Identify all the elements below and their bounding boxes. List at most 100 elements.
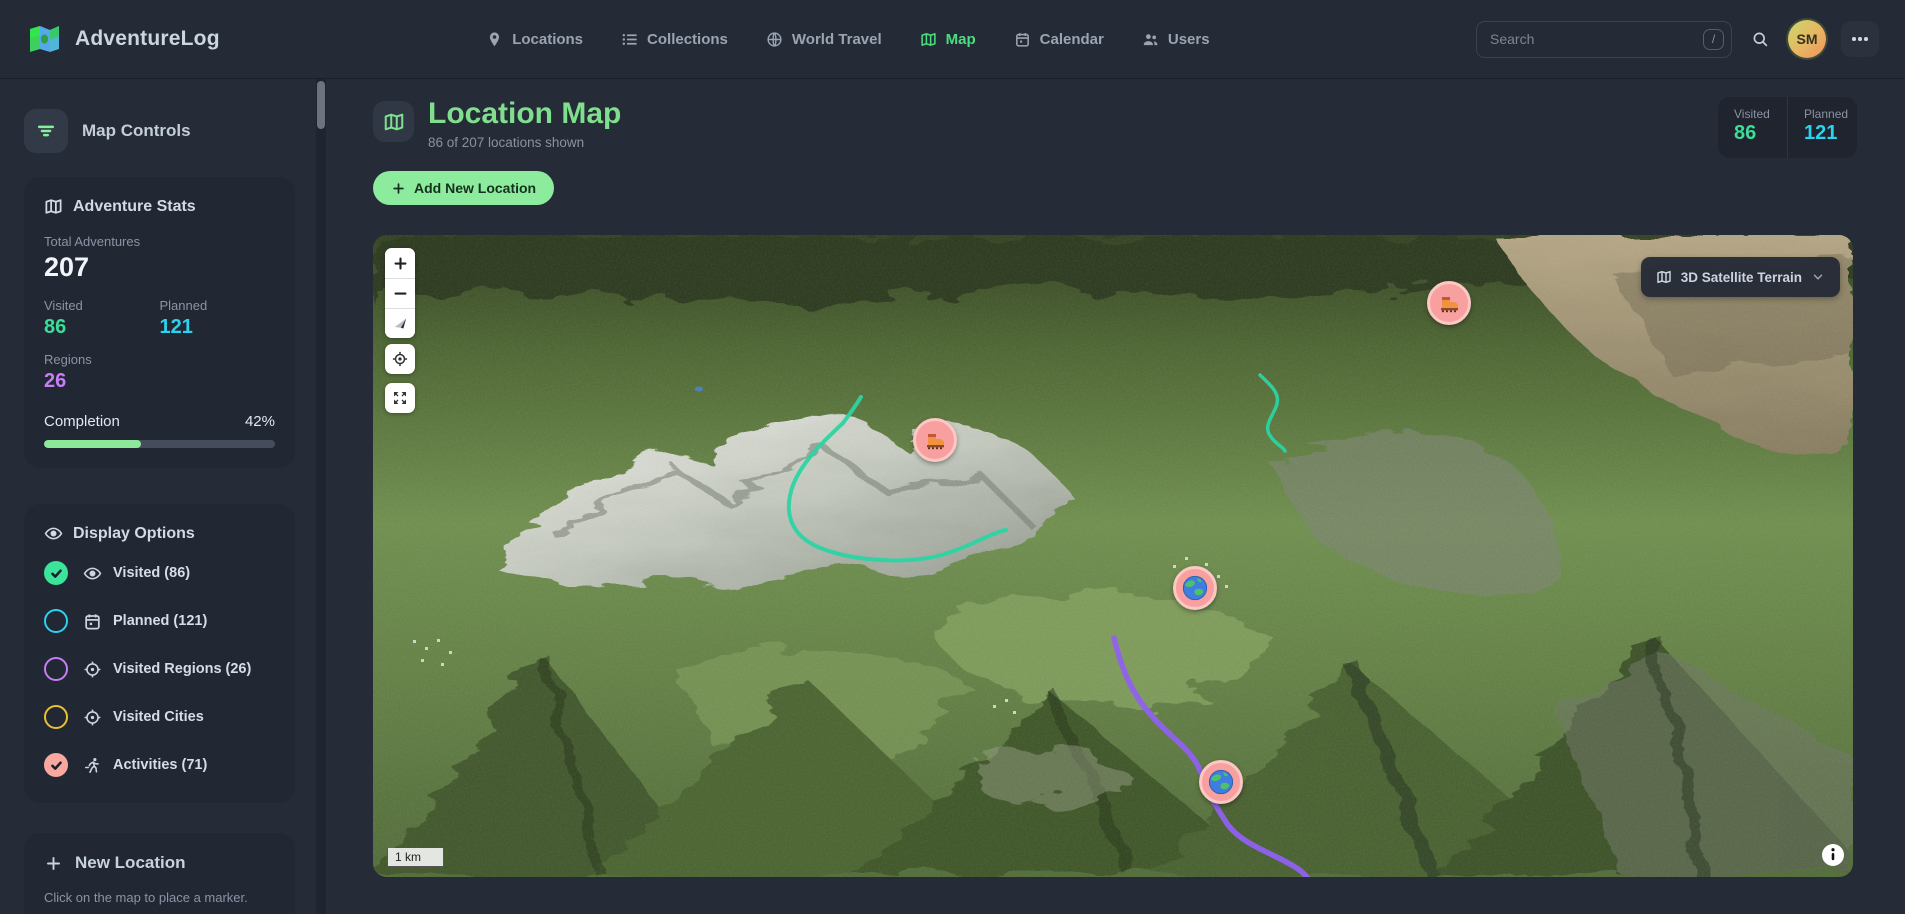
map-icon bbox=[1656, 269, 1672, 285]
search-button[interactable] bbox=[1747, 26, 1773, 52]
regions-value: 26 bbox=[44, 370, 275, 393]
nav-world-travel[interactable]: World Travel bbox=[766, 31, 882, 48]
map-marker-location[interactable] bbox=[1173, 566, 1217, 610]
search-icon bbox=[1751, 30, 1769, 48]
toggle-visited[interactable]: Visited (86) bbox=[44, 561, 275, 585]
total-adventures-value: 207 bbox=[44, 252, 275, 283]
nav-label: Collections bbox=[647, 31, 728, 48]
filter-icon bbox=[35, 120, 57, 142]
new-location-hint: Click on the map to place a marker. bbox=[44, 890, 275, 905]
plus-icon bbox=[44, 854, 63, 873]
visited-value: 86 bbox=[44, 316, 160, 339]
toggle-visited-cities[interactable]: Visited Cities bbox=[44, 705, 275, 729]
page-title-icon-box bbox=[373, 101, 414, 142]
app-title: AdventureLog bbox=[75, 27, 220, 51]
zoom-in-button[interactable] bbox=[385, 248, 415, 278]
app-brand[interactable]: AdventureLog bbox=[26, 21, 220, 57]
summary-visited-value: 86 bbox=[1734, 122, 1787, 145]
sidebar-scrollbar[interactable] bbox=[316, 79, 326, 914]
adventure-stats-header: Adventure Stats bbox=[44, 197, 275, 216]
checkbox-unchecked[interactable] bbox=[44, 705, 68, 729]
toggle-activities[interactable]: Activities (71) bbox=[44, 753, 275, 777]
map-marker-activity[interactable] bbox=[1427, 281, 1471, 325]
globe-icon bbox=[1181, 574, 1209, 602]
eye-icon bbox=[83, 564, 102, 583]
nav-label: Locations bbox=[512, 31, 583, 48]
summary-planned-value: 121 bbox=[1804, 122, 1857, 145]
toggle-visited-regions[interactable]: Visited Regions (26) bbox=[44, 657, 275, 681]
checkbox-unchecked[interactable] bbox=[44, 609, 68, 633]
map-scale: 1 km bbox=[387, 848, 444, 867]
nav-locations[interactable]: Locations bbox=[486, 31, 583, 48]
search-box: / bbox=[1476, 21, 1732, 58]
main-nav: Locations Collections World Travel Map C… bbox=[220, 31, 1476, 48]
new-location-header: New Location bbox=[44, 853, 275, 873]
checkbox-checked[interactable] bbox=[44, 561, 68, 585]
nav-label: Map bbox=[946, 31, 976, 48]
sidebar-title: Map Controls bbox=[82, 121, 191, 141]
dots-icon bbox=[1852, 37, 1856, 41]
hiking-boot-icon bbox=[1437, 291, 1461, 315]
nav-collections[interactable]: Collections bbox=[621, 31, 728, 48]
add-new-location-button[interactable]: Add New Location bbox=[373, 171, 554, 205]
users-icon bbox=[1142, 31, 1159, 48]
nav-calendar[interactable]: Calendar bbox=[1014, 31, 1104, 48]
nav-label: Calendar bbox=[1040, 31, 1104, 48]
map-icon bbox=[44, 197, 63, 216]
nav-map[interactable]: Map bbox=[920, 31, 976, 48]
summary-card: Visited 86 Planned 121 bbox=[1718, 97, 1857, 158]
nav-users[interactable]: Users bbox=[1142, 31, 1210, 48]
completion-label: Completion bbox=[44, 413, 120, 430]
adventure-stats-card: Adventure Stats Total Adventures 207 Vis… bbox=[24, 177, 295, 468]
nav-label: Users bbox=[1168, 31, 1210, 48]
avatar[interactable]: SM bbox=[1788, 20, 1826, 58]
new-location-title: New Location bbox=[75, 853, 186, 873]
completion-percent: 42% bbox=[245, 413, 275, 430]
search-input[interactable] bbox=[1476, 21, 1732, 58]
completion-row: Completion 42% bbox=[44, 413, 275, 430]
info-icon bbox=[1821, 843, 1845, 867]
map-style-selector[interactable]: 3D Satellite Terrain bbox=[1641, 257, 1840, 297]
planned-value: 121 bbox=[160, 316, 276, 339]
geolocate-button[interactable] bbox=[385, 344, 415, 374]
visited-stat: Visited 86 bbox=[44, 298, 160, 339]
fullscreen-button[interactable] bbox=[385, 383, 415, 413]
map-canvas[interactable]: 3D Satellite Terrain 1 km bbox=[373, 235, 1853, 877]
globe-icon bbox=[1207, 768, 1235, 796]
target-icon bbox=[83, 708, 102, 727]
target-icon bbox=[83, 660, 102, 679]
check-icon bbox=[49, 758, 64, 773]
card-title: Adventure Stats bbox=[73, 198, 196, 216]
compass-button[interactable] bbox=[385, 308, 415, 338]
pin-icon bbox=[486, 31, 503, 48]
map-style-label: 3D Satellite Terrain bbox=[1681, 270, 1802, 285]
hiking-boot-icon bbox=[923, 428, 947, 452]
app-logo-icon bbox=[26, 21, 62, 57]
regions-stat: Regions 26 bbox=[44, 352, 275, 393]
compass-needle-icon bbox=[392, 315, 409, 332]
page-title: Location Map bbox=[428, 97, 621, 130]
filter-button[interactable] bbox=[24, 109, 68, 153]
map-marker-activity[interactable] bbox=[913, 418, 957, 462]
calendar-icon bbox=[1014, 31, 1031, 48]
scrollbar-thumb[interactable] bbox=[317, 81, 325, 129]
fullscreen-icon bbox=[391, 389, 409, 407]
zoom-out-button[interactable] bbox=[385, 278, 415, 308]
attribution-info-button[interactable] bbox=[1821, 843, 1845, 867]
display-options-card: Display Options Visited (86) Planned (12… bbox=[24, 504, 295, 803]
plus-icon bbox=[391, 181, 406, 196]
sidebar-header: Map Controls bbox=[24, 109, 295, 153]
toggle-planned[interactable]: Planned (121) bbox=[44, 609, 275, 633]
overflow-menu-button[interactable] bbox=[1841, 21, 1879, 57]
display-options-header: Display Options bbox=[44, 524, 275, 543]
check-icon bbox=[49, 566, 64, 581]
summary-visited: Visited 86 bbox=[1718, 97, 1787, 158]
map-marker-location[interactable] bbox=[1199, 760, 1243, 804]
summary-planned: Planned 121 bbox=[1787, 97, 1857, 158]
checkbox-unchecked[interactable] bbox=[44, 657, 68, 681]
zoom-control-group bbox=[385, 248, 415, 338]
total-adventures-label: Total Adventures bbox=[44, 234, 275, 249]
checkbox-checked[interactable] bbox=[44, 753, 68, 777]
hiking-trail-short-track bbox=[1260, 375, 1285, 451]
hiking-trail-track bbox=[789, 397, 1006, 560]
